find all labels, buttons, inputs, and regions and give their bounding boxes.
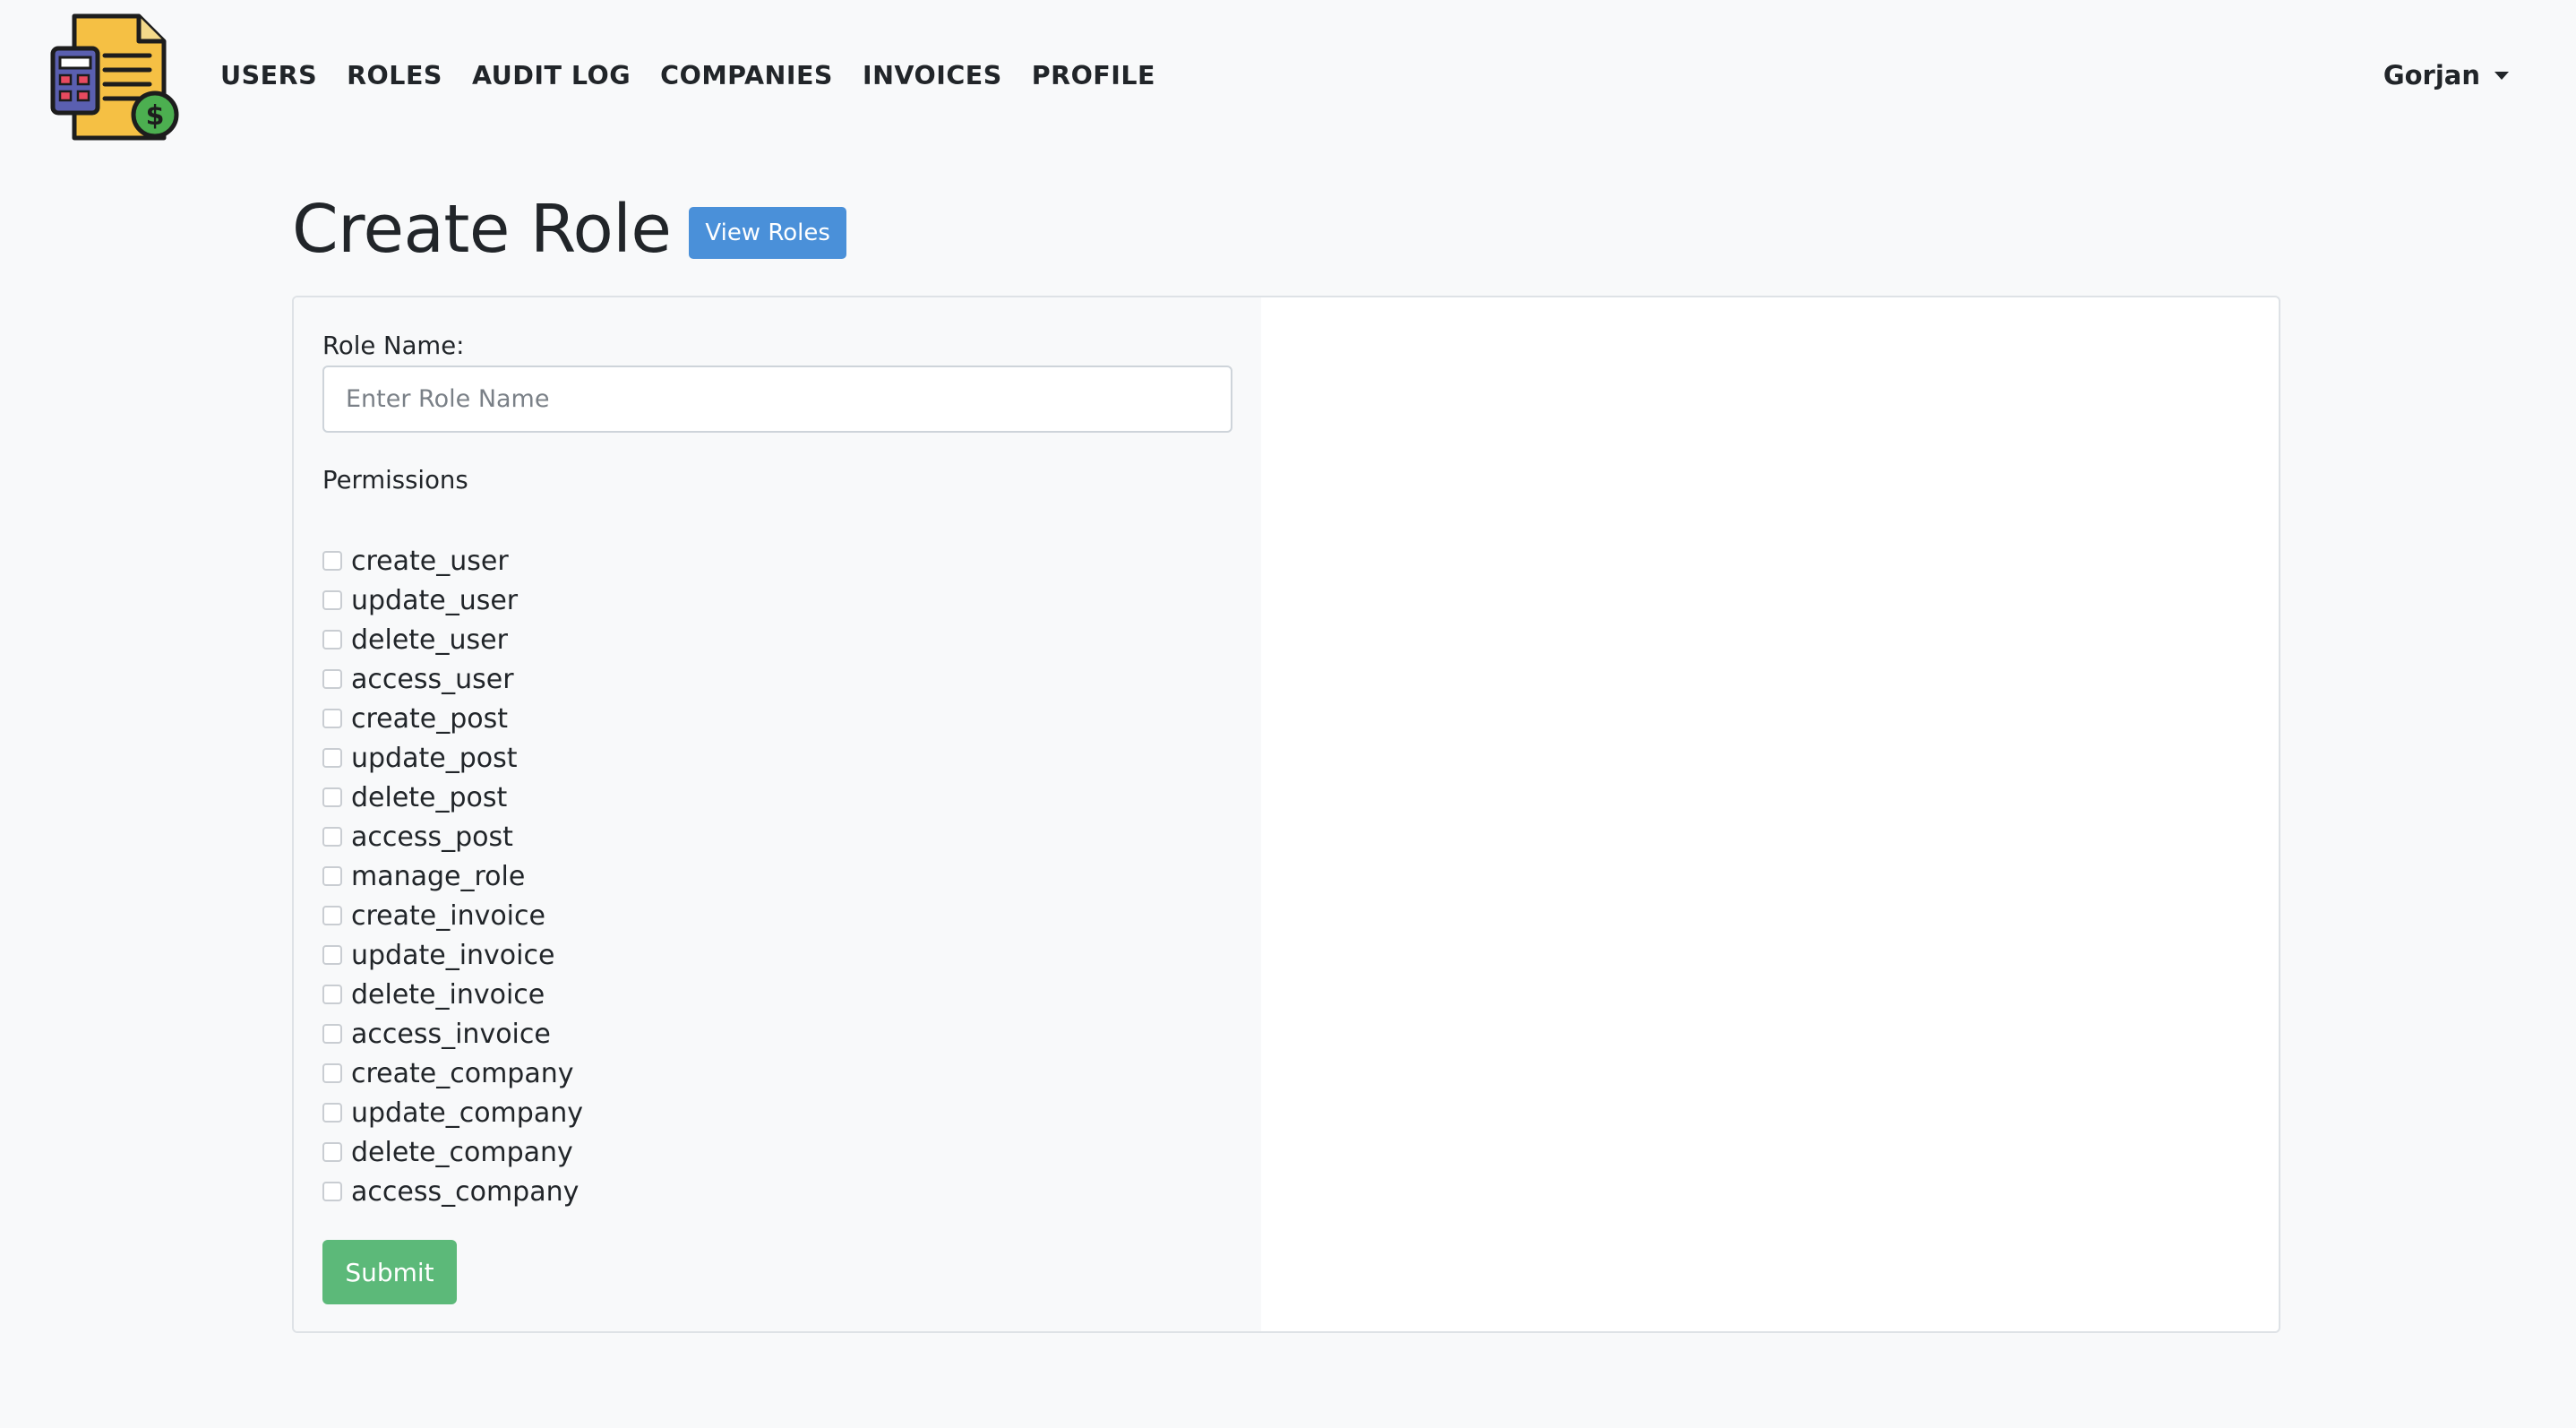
permission-item: delete_user xyxy=(322,620,583,659)
permission-checkbox-delete-user[interactable] xyxy=(322,630,342,649)
permission-label[interactable]: create_invoice xyxy=(351,900,545,932)
user-menu-dropdown[interactable]: Gorjan xyxy=(2383,56,2509,95)
permission-label[interactable]: access_invoice xyxy=(351,1019,551,1050)
nav-link-companies[interactable]: COMPANIES xyxy=(660,61,833,90)
permission-checkbox-create-invoice[interactable] xyxy=(322,906,342,925)
permissions-label: Permissions xyxy=(322,466,468,495)
invoice-calculator-dollar-icon[interactable]: $ xyxy=(49,11,180,142)
nav-link-invoices[interactable]: INVOICES xyxy=(863,61,1002,90)
view-roles-button[interactable]: View Roles xyxy=(689,207,846,259)
permission-label[interactable]: access_post xyxy=(351,822,513,853)
permission-item: manage_role xyxy=(322,856,583,896)
permission-checkbox-access-company[interactable] xyxy=(322,1182,342,1201)
permission-checkbox-create-user[interactable] xyxy=(322,551,342,571)
permission-item: update_post xyxy=(322,738,583,778)
permission-checkbox-manage-role[interactable] xyxy=(322,866,342,886)
svg-text:$: $ xyxy=(146,100,165,132)
permission-checkbox-access-invoice[interactable] xyxy=(322,1024,342,1044)
permission-label[interactable]: update_invoice xyxy=(351,940,554,971)
permission-item: delete_post xyxy=(322,778,583,817)
permission-checkbox-update-post[interactable] xyxy=(322,748,342,768)
permission-label[interactable]: update_user xyxy=(351,585,518,616)
permission-item: update_user xyxy=(322,581,583,620)
permission-checkbox-access-user[interactable] xyxy=(322,669,342,689)
permission-checkbox-update-invoice[interactable] xyxy=(322,945,342,965)
permission-checkbox-delete-post[interactable] xyxy=(322,787,342,807)
permission-item: access_invoice xyxy=(322,1014,583,1054)
permission-item: create_invoice xyxy=(322,896,583,935)
permission-label[interactable]: delete_company xyxy=(351,1137,573,1168)
permission-label[interactable]: access_company xyxy=(351,1176,579,1208)
permission-item: access_user xyxy=(322,659,583,699)
permission-checkbox-create-post[interactable] xyxy=(322,709,342,728)
page-title: Create Role xyxy=(292,191,672,268)
role-name-input[interactable] xyxy=(322,366,1232,433)
permission-label[interactable]: update_company xyxy=(351,1097,583,1129)
permission-label[interactable]: delete_user xyxy=(351,624,508,656)
submit-button[interactable]: Submit xyxy=(322,1240,457,1304)
permission-item: create_user xyxy=(322,541,583,581)
permission-item: delete_company xyxy=(322,1132,583,1172)
permission-label[interactable]: create_company xyxy=(351,1058,574,1089)
caret-down-icon xyxy=(2494,71,2509,80)
permissions-list: create_user update_user delete_user acce… xyxy=(322,541,583,1211)
role-name-label: Role Name: xyxy=(322,331,465,360)
nav-link-profile[interactable]: PROFILE xyxy=(1032,61,1155,90)
main-nav: USERS ROLES AUDIT LOG COMPANIES INVOICES… xyxy=(220,56,1185,95)
permission-checkbox-create-company[interactable] xyxy=(322,1063,342,1083)
permission-item: delete_invoice xyxy=(322,975,583,1014)
permission-item: access_post xyxy=(322,817,583,856)
nav-link-audit-log[interactable]: AUDIT LOG xyxy=(472,61,631,90)
permission-checkbox-update-company[interactable] xyxy=(322,1103,342,1123)
page-header: Create Role View Roles xyxy=(292,190,846,269)
navbar: $ USERS ROLES AUDIT LOG COMPANIES INVOIC… xyxy=(0,0,2576,149)
permission-label[interactable]: manage_role xyxy=(351,861,525,892)
create-role-form: Role Name: Permissions create_user updat… xyxy=(294,297,1261,1331)
permission-item: create_post xyxy=(322,699,583,738)
permission-checkbox-delete-invoice[interactable] xyxy=(322,985,342,1004)
user-name: Gorjan xyxy=(2383,60,2480,90)
nav-link-users[interactable]: USERS xyxy=(220,61,317,90)
permission-label[interactable]: create_user xyxy=(351,546,509,577)
permission-label[interactable]: access_user xyxy=(351,664,514,695)
permission-item: update_invoice xyxy=(322,935,583,975)
permission-label[interactable]: create_post xyxy=(351,703,508,735)
permission-checkbox-update-user[interactable] xyxy=(322,590,342,610)
permission-checkbox-access-post[interactable] xyxy=(322,827,342,847)
permission-item: access_company xyxy=(322,1172,583,1211)
create-role-card: Role Name: Permissions create_user updat… xyxy=(292,296,2280,1333)
permission-item: create_company xyxy=(322,1054,583,1093)
permission-label[interactable]: delete_invoice xyxy=(351,979,545,1011)
permission-label[interactable]: update_post xyxy=(351,743,518,774)
nav-link-roles[interactable]: ROLES xyxy=(347,61,442,90)
permission-item: update_company xyxy=(322,1093,583,1132)
permission-checkbox-delete-company[interactable] xyxy=(322,1142,342,1162)
permission-label[interactable]: delete_post xyxy=(351,782,507,813)
